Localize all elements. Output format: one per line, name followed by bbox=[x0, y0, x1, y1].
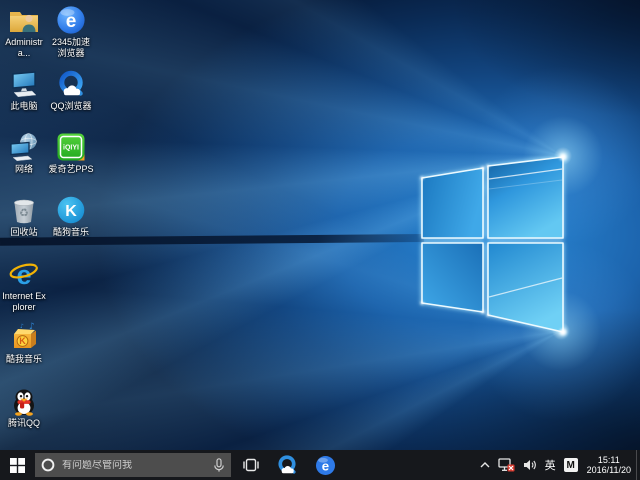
desktop-icon-qq-browser[interactable]: QQ浏览器 bbox=[48, 69, 94, 112]
desktop-icon-label: 酷我音乐 bbox=[1, 354, 47, 365]
search-input[interactable] bbox=[62, 460, 213, 471]
desktop-icon-internet-explorer[interactable]: e Internet Explorer bbox=[1, 259, 47, 313]
desktop-icon-label: 网络 bbox=[1, 164, 47, 175]
user-folder-icon bbox=[8, 5, 40, 35]
qq-browser-icon bbox=[55, 69, 87, 99]
desktop-icon-label: 爱奇艺PPS bbox=[48, 164, 94, 175]
tray-network[interactable] bbox=[494, 450, 519, 480]
desktop-icon-kugou-music[interactable]: K 酷狗音乐 bbox=[48, 195, 94, 238]
clock-date: 2016/11/20 bbox=[587, 465, 631, 475]
iqiyi-pps-icon: iQIYI bbox=[55, 132, 87, 162]
windows-logo bbox=[410, 145, 570, 340]
kugou-k-glyph: K bbox=[65, 203, 77, 220]
internet-explorer-icon: e bbox=[8, 259, 40, 289]
desktop-icon-label: 回收站 bbox=[1, 227, 47, 238]
task-view-icon bbox=[242, 458, 260, 472]
2345-browser-taskbar-icon: e bbox=[315, 455, 336, 476]
cortana-icon bbox=[41, 458, 55, 472]
tray-show-hidden-icons[interactable] bbox=[476, 450, 494, 480]
windows-start-icon bbox=[10, 458, 25, 473]
ime-badge-label: M bbox=[564, 458, 578, 472]
recycle-bin-icon: ♻ bbox=[8, 195, 40, 225]
taskbar: e bbox=[0, 450, 640, 480]
desktop-screen: Administra... 此电脑 bbox=[0, 0, 640, 480]
tray-clock[interactable]: 15:11 2016/11/20 bbox=[582, 455, 636, 475]
task-view-button[interactable] bbox=[234, 450, 268, 480]
desktop-icon-recycle-bin[interactable]: ♻ 回收站 bbox=[1, 195, 47, 238]
desktop-icon-this-pc[interactable]: 此电脑 bbox=[1, 69, 47, 112]
desktop-icon-label: QQ浏览器 bbox=[48, 101, 94, 112]
desktop-icon-user-folder[interactable]: Administra... bbox=[1, 5, 47, 59]
svg-text:♻: ♻ bbox=[19, 207, 29, 220]
desktop-icon-kuwo-music[interactable]: ♪ ♪ K 酷我音乐 bbox=[1, 322, 47, 365]
chevron-up-icon bbox=[480, 462, 490, 468]
tray-input-language[interactable]: 英 bbox=[541, 450, 560, 480]
iqiyi-logo-text: iQIYI bbox=[63, 145, 79, 152]
2345-browser-icon: e bbox=[55, 5, 87, 35]
network-icon bbox=[8, 132, 40, 162]
kuwo-music-icon: ♪ ♪ K bbox=[8, 322, 40, 352]
desktop-icon-label: Administra... bbox=[1, 37, 47, 59]
wallpaper bbox=[0, 0, 640, 450]
desktop-icon-label: 此电脑 bbox=[1, 101, 47, 112]
desktop-icon-label: 腾讯QQ bbox=[1, 418, 47, 429]
input-language-label: 英 bbox=[545, 457, 556, 473]
kugou-music-icon: K bbox=[55, 195, 87, 225]
tray-ime-badge[interactable]: M bbox=[560, 450, 582, 480]
desktop-icon-label: Internet Explorer bbox=[1, 291, 47, 313]
tray-volume[interactable] bbox=[519, 450, 541, 480]
desktop-icon-2345-browser[interactable]: e 2345加速浏览器 bbox=[48, 5, 94, 59]
microphone-icon[interactable] bbox=[213, 458, 225, 473]
svg-text:e: e bbox=[321, 458, 328, 473]
desktop-icon-label: 酷狗音乐 bbox=[48, 227, 94, 238]
desktop-icon-label: 2345加速浏览器 bbox=[48, 37, 94, 59]
kuwo-k-glyph: K bbox=[19, 336, 26, 346]
system-tray: 英 M 15:11 2016/11/20 bbox=[476, 450, 640, 480]
tencent-qq-icon bbox=[8, 386, 40, 416]
desktop-icon-iqiyi-pps[interactable]: iQIYI 爱奇艺PPS bbox=[48, 132, 94, 175]
svg-text:♪: ♪ bbox=[20, 323, 24, 330]
taskbar-app-qq-browser[interactable] bbox=[268, 450, 306, 480]
clock-time: 15:11 bbox=[598, 455, 620, 465]
desktop-icon-network[interactable]: 网络 bbox=[1, 132, 47, 175]
taskbar-search[interactable] bbox=[35, 453, 231, 477]
taskbar-app-2345-browser[interactable]: e bbox=[306, 450, 344, 480]
show-desktop-button[interactable] bbox=[636, 450, 640, 480]
this-pc-icon bbox=[8, 69, 40, 99]
desktop-icon-tencent-qq[interactable]: 腾讯QQ bbox=[1, 386, 47, 429]
network-disconnected-icon bbox=[498, 458, 515, 472]
start-button[interactable] bbox=[0, 450, 34, 480]
speaker-icon bbox=[523, 459, 537, 471]
2345-e-glyph: e bbox=[66, 11, 77, 32]
qq-browser-taskbar-icon bbox=[276, 454, 298, 476]
